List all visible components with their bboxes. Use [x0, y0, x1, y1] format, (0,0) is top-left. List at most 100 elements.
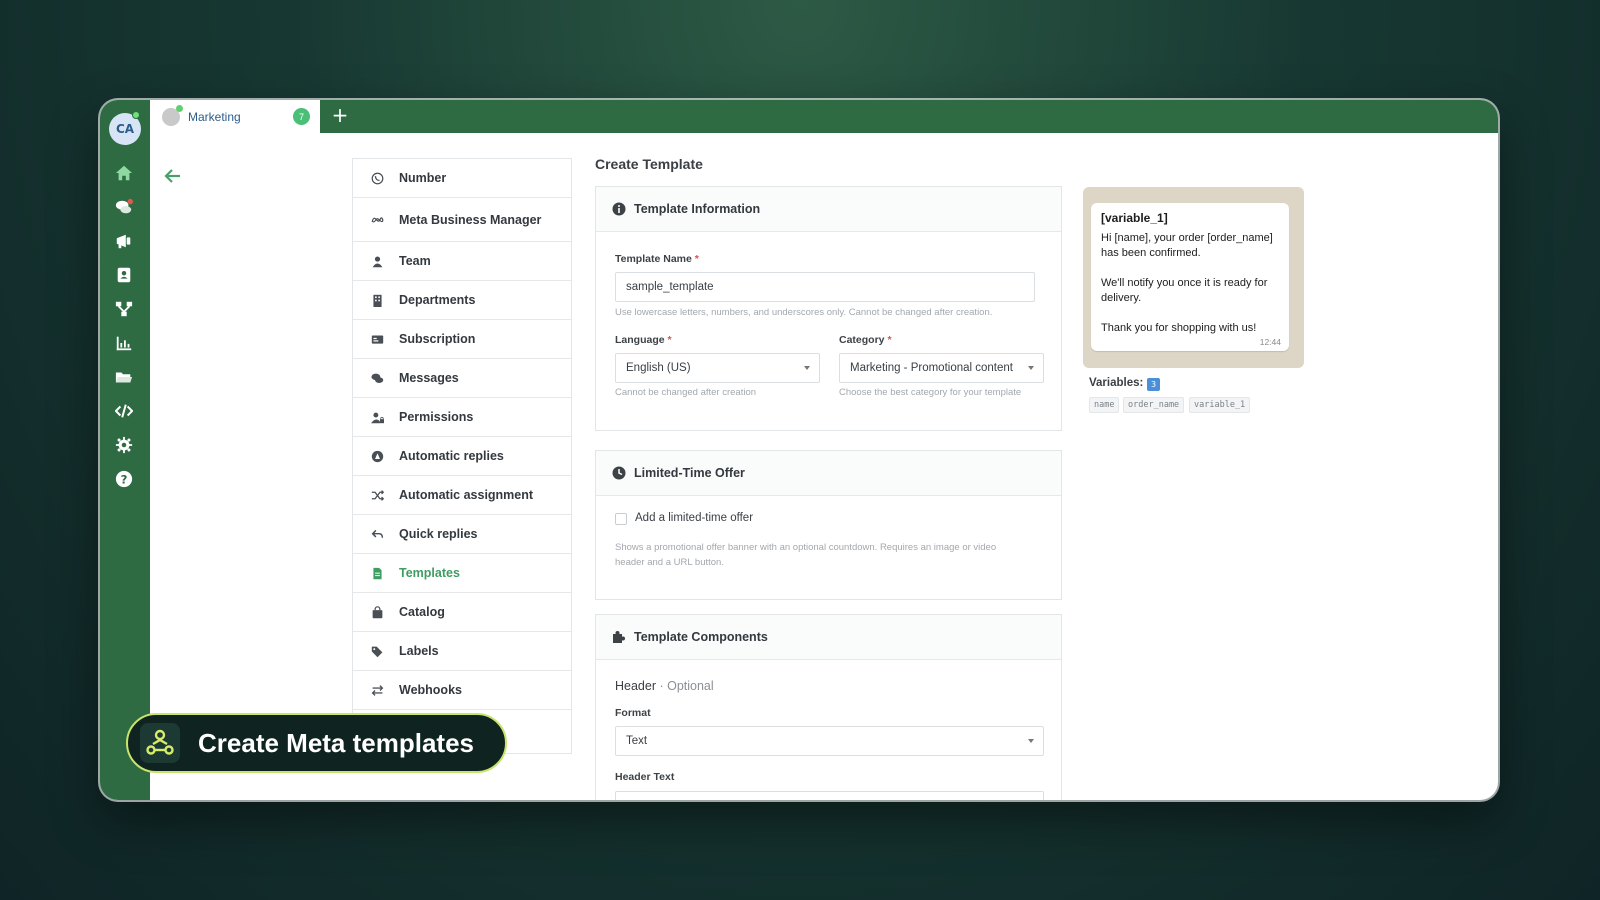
online-status-dot [132, 111, 140, 119]
menu-item-meta-business-manager[interactable]: Meta Business Manager [353, 198, 571, 242]
message-time: 12:44 [1259, 337, 1281, 347]
menu-label: Subscription [399, 332, 476, 346]
header-section-label: Header · Optional [615, 679, 714, 693]
menu-item-quick-replies[interactable]: Quick replies [353, 515, 571, 554]
menu-label: Catalog [399, 605, 445, 619]
clock-icon [612, 466, 626, 480]
promo-text: Create Meta templates [198, 727, 474, 758]
robot-icon [369, 448, 385, 464]
variable-chip: variable_1 [1189, 397, 1251, 413]
svg-text:?: ? [121, 473, 128, 487]
tab-marketing[interactable]: Marketing 7 [150, 100, 320, 133]
menu-item-team[interactable]: Team [353, 242, 571, 281]
workspace-logo-icon [162, 104, 183, 126]
template-name-help: Use lowercase letters, numbers, and unde… [615, 307, 993, 318]
format-label: Format [615, 707, 651, 719]
card-title: Limited-Time Offer [634, 466, 745, 480]
menu-label: Templates [399, 566, 460, 580]
menu-item-departments[interactable]: Departments [353, 281, 571, 320]
limited-offer-checkbox[interactable] [615, 513, 627, 525]
developer-icon[interactable] [113, 400, 135, 422]
language-label: Language * [615, 334, 672, 346]
menu-item-webhooks[interactable]: Webhooks [353, 671, 571, 710]
help-icon[interactable]: ? [113, 468, 135, 490]
user-lock-icon [369, 409, 385, 425]
menu-item-catalog[interactable]: Catalog [353, 593, 571, 632]
format-select[interactable]: Text [615, 726, 1044, 756]
shuffle-icon [369, 487, 385, 503]
flows-icon[interactable] [113, 298, 135, 320]
menu-label: Automatic assignment [399, 488, 534, 502]
building-icon [369, 292, 385, 308]
menu-item-messages[interactable]: Messages [353, 359, 571, 398]
promo-banner: Create Meta templates [126, 713, 507, 773]
limited-offer-checkbox-label[interactable]: Add a limited-time offer [635, 512, 753, 524]
tab-badge: 7 [293, 108, 310, 125]
header-text-input[interactable] [615, 791, 1044, 800]
menu-label: Number [399, 171, 447, 185]
meta-icon [369, 212, 385, 228]
menu-item-automatic-replies[interactable]: Automatic replies [353, 437, 571, 476]
card-title: Template Components [634, 630, 768, 644]
home-icon[interactable] [113, 162, 135, 184]
comments-icon [369, 370, 385, 386]
message-bubble: [variable_1] Hi [name], your order [orde… [1091, 203, 1289, 351]
category-select[interactable]: Marketing - Promotional content [839, 353, 1044, 383]
back-arrow-icon[interactable] [163, 166, 183, 186]
tags-icon [369, 643, 385, 659]
card-header: Template Components [596, 615, 1061, 660]
bubble-line: Thank you for shopping with us! [1101, 322, 1257, 334]
exchange-icon [369, 682, 385, 698]
variables-label: Variables: [1089, 377, 1144, 389]
chevron-down-icon [1028, 366, 1034, 370]
reports-icon[interactable] [113, 332, 135, 354]
menu-item-labels[interactable]: Labels [353, 632, 571, 671]
menu-item-templates[interactable]: Templates [353, 554, 571, 593]
info-icon [612, 202, 626, 216]
menu-label: Labels [399, 644, 439, 658]
settings-menu: Number Meta Business Manager Team Depart… [352, 158, 572, 754]
left-rail: CA ? [100, 100, 150, 800]
template-name-input[interactable]: sample_template [615, 272, 1035, 302]
add-tab-button[interactable]: + [328, 103, 352, 127]
settings-icon[interactable] [113, 434, 135, 456]
reply-icon [369, 526, 385, 542]
campaigns-icon[interactable] [113, 230, 135, 252]
menu-label: Team [399, 254, 431, 268]
app-window: CA ? Marketing 7 + Number Meta Business … [100, 100, 1498, 800]
message-preview: [variable_1] Hi [name], your order [orde… [1083, 187, 1304, 368]
menu-item-number[interactable]: Number [353, 159, 571, 198]
menu-item-subscription[interactable]: Subscription [353, 320, 571, 359]
variables-count-badge: 3 [1147, 378, 1160, 391]
language-help: Cannot be changed after creation [615, 387, 757, 398]
variable-chip: order_name [1123, 397, 1185, 413]
bubble-line: We'll notify you once it is ready for de… [1101, 277, 1268, 304]
chevron-down-icon [1028, 739, 1034, 743]
menu-label: Messages [399, 371, 459, 385]
card-icon [369, 331, 385, 347]
chats-icon[interactable] [113, 196, 135, 218]
menu-label: Meta Business Manager [399, 212, 542, 227]
menu-label: Webhooks [399, 683, 462, 697]
chevron-down-icon [804, 366, 810, 370]
menu-label: Automatic replies [399, 449, 504, 463]
team-icon [140, 723, 180, 763]
card-title: Template Information [634, 202, 761, 216]
page-title: Create Template [595, 156, 703, 172]
files-icon[interactable] [113, 366, 135, 388]
template-name-label: Template Name * [615, 253, 699, 265]
file-icon [369, 565, 385, 581]
category-label: Category * [839, 334, 892, 346]
menu-item-automatic-assignment[interactable]: Automatic assignment [353, 476, 571, 515]
limited-offer-help: Shows a promotional offer banner with an… [615, 542, 997, 568]
menu-label: Permissions [399, 410, 474, 424]
template-components-card: Template Components Header · Optional Fo… [595, 614, 1062, 800]
whatsapp-icon [369, 170, 385, 186]
menu-label: Quick replies [399, 527, 478, 541]
language-select[interactable]: English (US) [615, 353, 820, 383]
category-help: Choose the best category for your templa… [839, 387, 1022, 398]
template-information-card: Template Information Template Name * sam… [595, 186, 1062, 431]
user-icon [369, 253, 385, 269]
contacts-icon[interactable] [113, 264, 135, 286]
menu-item-permissions[interactable]: Permissions [353, 398, 571, 437]
